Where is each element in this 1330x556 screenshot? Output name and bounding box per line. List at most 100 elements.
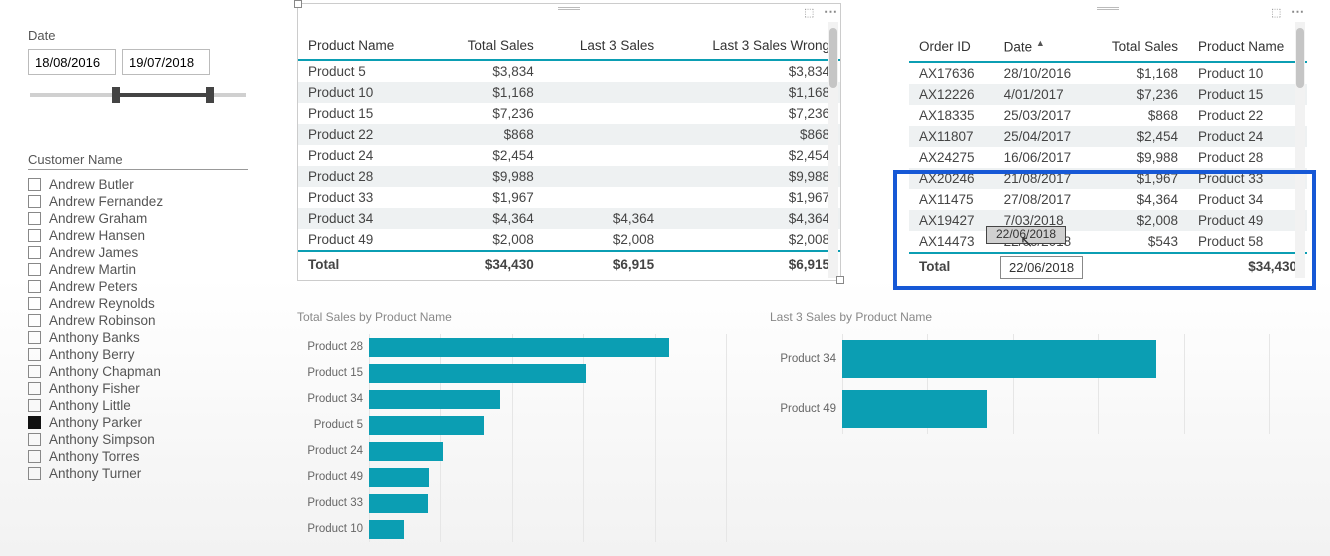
bar-row[interactable]: Product 33 [297, 490, 727, 516]
customer-item[interactable]: Andrew Graham [28, 210, 248, 227]
column-header[interactable]: Order ID [909, 32, 994, 62]
column-header[interactable]: Product Name [1188, 32, 1307, 62]
table-row[interactable]: AX2427516/06/2017$9,988Product 28 [909, 147, 1307, 168]
table-row[interactable]: Product 22$868$868 [298, 124, 840, 145]
customer-item[interactable]: Anthony Fisher [28, 380, 248, 397]
bar[interactable] [369, 416, 484, 435]
customer-item[interactable]: Andrew Hansen [28, 227, 248, 244]
bar[interactable] [369, 468, 429, 487]
drag-grip-icon[interactable] [558, 6, 580, 11]
table-row[interactable]: AX2024621/08/2017$1,967Product 33 [909, 168, 1307, 189]
checkbox-icon[interactable] [28, 263, 41, 276]
date-slider-start-thumb[interactable] [112, 87, 120, 103]
bar[interactable] [369, 494, 428, 513]
table-row[interactable]: Product 24$2,454$2,454 [298, 145, 840, 166]
customer-item[interactable]: Andrew James [28, 244, 248, 261]
column-header[interactable]: Date ▲ [994, 32, 1092, 62]
table-cell: $9,988 [1092, 147, 1188, 168]
table-row[interactable]: AX1833525/03/2017$868Product 22 [909, 105, 1307, 126]
bar-row[interactable]: Product 34 [770, 334, 1270, 384]
customer-item[interactable]: Anthony Little [28, 397, 248, 414]
checkbox-icon[interactable] [28, 467, 41, 480]
customer-item[interactable]: Andrew Reynolds [28, 295, 248, 312]
bar-row[interactable]: Product 5 [297, 412, 727, 438]
scrollbar[interactable] [828, 22, 838, 278]
customer-item[interactable]: Anthony Simpson [28, 431, 248, 448]
table-row[interactable]: AX1447322/06/2018$543Product 58 [909, 231, 1307, 253]
checkbox-icon[interactable] [28, 365, 41, 378]
table-row[interactable]: Product 34$4,364$4,364$4,364 [298, 208, 840, 229]
customer-item[interactable]: Andrew Peters [28, 278, 248, 295]
customer-item[interactable]: Anthony Berry [28, 346, 248, 363]
column-header[interactable]: Total Sales [1092, 32, 1188, 62]
customer-item[interactable]: Anthony Turner [28, 465, 248, 482]
checkbox-icon[interactable] [28, 416, 41, 429]
checkbox-icon[interactable] [28, 297, 41, 310]
chart-total-sales[interactable]: Total Sales by Product Name Product 28Pr… [297, 310, 727, 542]
customer-item[interactable]: Anthony Chapman [28, 363, 248, 380]
checkbox-icon[interactable] [28, 314, 41, 327]
table-row[interactable]: AX1180725/04/2017$2,454Product 24 [909, 126, 1307, 147]
bar-row[interactable]: Product 49 [770, 384, 1270, 434]
customer-item[interactable]: Andrew Martin [28, 261, 248, 278]
bar[interactable] [369, 338, 669, 357]
column-header[interactable]: Last 3 Sales Wrong [664, 32, 840, 60]
date-from-input[interactable] [28, 49, 116, 75]
customer-item[interactable]: Anthony Torres [28, 448, 248, 465]
bar[interactable] [369, 390, 500, 409]
customer-item[interactable]: Anthony Banks [28, 329, 248, 346]
checkbox-icon[interactable] [28, 399, 41, 412]
column-header[interactable]: Total Sales [434, 32, 544, 60]
customer-item[interactable]: Andrew Fernandez [28, 193, 248, 210]
table-row[interactable]: Product 33$1,967$1,967 [298, 187, 840, 208]
checkbox-icon[interactable] [28, 331, 41, 344]
checkbox-icon[interactable] [28, 246, 41, 259]
table-row[interactable]: AX1147527/08/2017$4,364Product 34 [909, 189, 1307, 210]
table-row[interactable]: Product 5$3,834$3,834 [298, 60, 840, 82]
date-slider-end-thumb[interactable] [206, 87, 214, 103]
table-row[interactable]: AX1763628/10/2016$1,168Product 10 [909, 62, 1307, 84]
checkbox-icon[interactable] [28, 382, 41, 395]
table-row[interactable]: AX194277/03/2018$2,008Product 49 [909, 210, 1307, 231]
customer-item[interactable]: Andrew Robinson [28, 312, 248, 329]
table-row[interactable]: Product 10$1,168$1,168 [298, 82, 840, 103]
checkbox-icon[interactable] [28, 433, 41, 446]
column-header[interactable]: Last 3 Sales [544, 32, 664, 60]
checkbox-icon[interactable] [28, 195, 41, 208]
bar-row[interactable]: Product 15 [297, 360, 727, 386]
table-product-sales[interactable]: Product NameTotal SalesLast 3 SalesLast … [297, 3, 841, 281]
bar[interactable] [369, 364, 586, 383]
checkbox-icon[interactable] [28, 229, 41, 242]
table-row[interactable]: Product 28$9,988$9,988 [298, 166, 840, 187]
checkbox-icon[interactable] [28, 450, 41, 463]
customer-item[interactable]: Andrew Butler [28, 176, 248, 193]
date-to-input[interactable] [122, 49, 210, 75]
checkbox-icon[interactable] [28, 348, 41, 361]
bar-row[interactable]: Product 28 [297, 334, 727, 360]
table-row[interactable]: AX122264/01/2017$7,236Product 15 [909, 84, 1307, 105]
chart-last3-sales[interactable]: Last 3 Sales by Product Name Product 34P… [770, 310, 1270, 434]
checkbox-icon[interactable] [28, 280, 41, 293]
table-row[interactable]: Product 49$2,008$2,008$2,008 [298, 229, 840, 251]
bar-row[interactable]: Product 49 [297, 464, 727, 490]
table-row[interactable]: Product 15$7,236$7,236 [298, 103, 840, 124]
bar[interactable] [842, 390, 987, 428]
more-options-icon[interactable] [1291, 5, 1305, 19]
bar[interactable] [369, 442, 443, 461]
bar-row[interactable]: Product 10 [297, 516, 727, 542]
date-slider[interactable] [30, 93, 246, 97]
bar[interactable] [369, 520, 404, 539]
bar-row[interactable]: Product 24 [297, 438, 727, 464]
focus-mode-icon[interactable] [804, 5, 818, 19]
bar-row[interactable]: Product 34 [297, 386, 727, 412]
customer-item[interactable]: Anthony Parker [28, 414, 248, 431]
column-header[interactable]: Product Name [298, 32, 434, 60]
focus-mode-icon[interactable] [1271, 5, 1285, 19]
checkbox-icon[interactable] [28, 212, 41, 225]
scrollbar[interactable] [1295, 22, 1305, 278]
more-options-icon[interactable] [824, 5, 838, 19]
drag-grip-icon[interactable] [1097, 6, 1119, 11]
table-order-details[interactable]: Order IDDate ▲Total SalesProduct NameAX1… [908, 3, 1308, 281]
checkbox-icon[interactable] [28, 178, 41, 191]
bar[interactable] [842, 340, 1156, 378]
